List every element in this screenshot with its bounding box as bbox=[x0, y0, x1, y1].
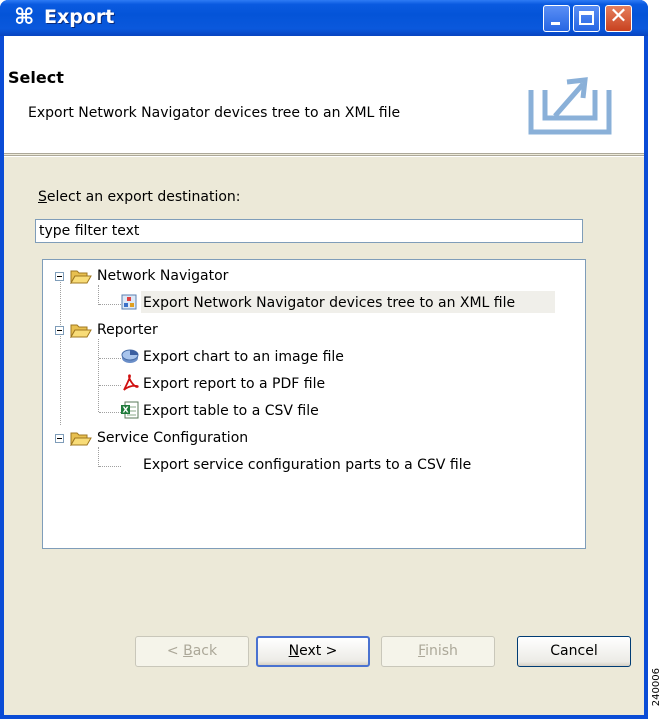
maximize-icon bbox=[579, 11, 594, 25]
tree-guide-line bbox=[99, 385, 121, 386]
excel-icon: X bbox=[121, 401, 139, 419]
collapse-icon[interactable] bbox=[55, 326, 64, 335]
destination-label: Select an export destination: bbox=[38, 189, 241, 205]
tree-item-export-devices-xml[interactable]: Export Network Navigator devices tree to… bbox=[121, 292, 561, 314]
tree-item-label: Export service configuration parts to a … bbox=[143, 457, 472, 473]
tree-guide-line bbox=[98, 285, 99, 305]
tree-group-reporter[interactable]: Reporter bbox=[55, 319, 355, 341]
page-title: Select bbox=[8, 68, 64, 87]
page-description: Export Network Navigator devices tree to… bbox=[28, 105, 401, 121]
tree-item-export-report-pdf[interactable]: Export report to a PDF file bbox=[121, 373, 521, 395]
finish-label-rest: inish bbox=[425, 643, 458, 659]
tree-group-label: Network Navigator bbox=[97, 268, 229, 284]
tree-group-service-configuration[interactable]: Service Configuration bbox=[55, 427, 355, 449]
filter-input[interactable] bbox=[35, 219, 583, 243]
folder-open-icon bbox=[70, 324, 92, 338]
title-bar[interactable]: ⌘ Export ✕ bbox=[0, 0, 648, 36]
export-wizard-icon bbox=[528, 77, 612, 135]
next-button[interactable]: Next > bbox=[256, 636, 370, 667]
destination-label-text: elect an export destination: bbox=[46, 189, 241, 205]
tree-group-network-navigator[interactable]: Network Navigator bbox=[55, 265, 355, 287]
tree-guide-line bbox=[99, 412, 121, 413]
destination-label-mnemonic: S bbox=[38, 189, 47, 205]
minimize-icon bbox=[551, 22, 560, 25]
tree-guide-line bbox=[98, 447, 99, 467]
header-separator bbox=[4, 155, 644, 157]
chart-icon bbox=[121, 349, 139, 363]
network-navigator-icon bbox=[121, 294, 137, 310]
minimize-button[interactable] bbox=[543, 5, 570, 32]
wizard-header: Select Export Network Navigator devices … bbox=[4, 36, 644, 154]
tree-item-label: Export report to a PDF file bbox=[143, 376, 326, 392]
maximize-button[interactable] bbox=[573, 5, 600, 32]
svg-text:X: X bbox=[123, 406, 130, 415]
tree-guide-line bbox=[99, 358, 121, 359]
next-label-rest: ext > bbox=[299, 643, 338, 659]
close-icon: ✕ bbox=[609, 4, 628, 29]
tree-guide-line bbox=[60, 280, 61, 425]
back-label-mnemonic: B bbox=[183, 643, 193, 659]
tree-guide-line bbox=[98, 339, 99, 412]
export-destination-tree[interactable]: Network Navigator Export Network Navigat… bbox=[42, 259, 586, 549]
next-label-mnemonic: N bbox=[288, 643, 300, 659]
folder-open-icon bbox=[70, 432, 92, 446]
tree-item-export-service-config-csv[interactable]: Export service configuration parts to a … bbox=[121, 454, 561, 476]
tree-item-label: Export Network Navigator devices tree to… bbox=[143, 295, 516, 311]
window-title: Export bbox=[44, 6, 115, 28]
tree-guide-line bbox=[99, 466, 121, 467]
wizard-icon: ⌘ bbox=[14, 5, 35, 30]
tree-item-export-table-csv[interactable]: X Export table to a CSV file bbox=[121, 400, 521, 422]
tree-group-label: Reporter bbox=[97, 322, 158, 338]
export-dialog: ⌘ Export ✕ Select Export Network Navigat… bbox=[0, 0, 648, 719]
tree-guide-line bbox=[99, 304, 121, 305]
back-button[interactable]: < Back bbox=[135, 636, 249, 667]
pdf-icon bbox=[123, 374, 139, 391]
figure-id: 240006 bbox=[651, 668, 662, 707]
folder-open-icon bbox=[70, 270, 92, 284]
cancel-button[interactable]: Cancel bbox=[517, 636, 631, 667]
tree-group-label: Service Configuration bbox=[97, 430, 249, 446]
collapse-icon[interactable] bbox=[55, 434, 64, 443]
tree-item-label: Export chart to an image file bbox=[143, 349, 344, 365]
back-label-prefix: < bbox=[166, 643, 184, 659]
tree-item-export-chart-image[interactable]: Export chart to an image file bbox=[121, 346, 521, 368]
finish-button[interactable]: Finish bbox=[381, 636, 495, 667]
tree-item-label: Export table to a CSV file bbox=[143, 403, 319, 419]
back-label-rest: ack bbox=[192, 643, 218, 659]
close-button[interactable]: ✕ bbox=[605, 4, 632, 32]
collapse-icon[interactable] bbox=[55, 272, 64, 281]
